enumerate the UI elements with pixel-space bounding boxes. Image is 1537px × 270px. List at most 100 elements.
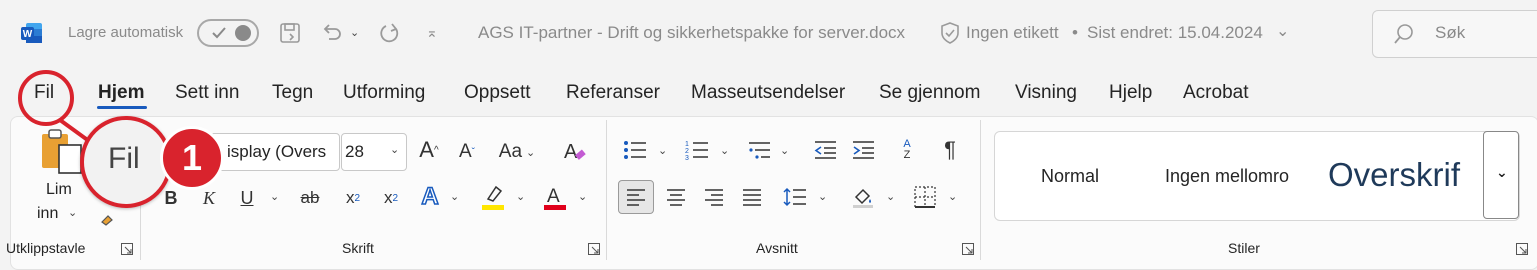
font-size-value: 28: [345, 142, 364, 161]
line-spacing-icon[interactable]: [780, 182, 810, 212]
highlight-color-icon[interactable]: [478, 182, 508, 212]
multilevel-list-icon[interactable]: [744, 136, 774, 164]
change-case-button[interactable]: Aa ⌄: [495, 138, 539, 166]
font-color-icon[interactable]: A: [540, 182, 570, 212]
dialog-launcher-icon[interactable]: [962, 242, 974, 255]
tab-tegn[interactable]: Tegn: [272, 82, 313, 104]
style-normal[interactable]: Normal: [1041, 166, 1099, 187]
styles-gallery: Normal Ingen mellomro Overskrif ⌄: [994, 131, 1520, 221]
bullets-chevron-down-icon[interactable]: ⌄: [658, 144, 667, 157]
show-formatting-marks-icon[interactable]: ¶: [936, 136, 964, 164]
undo-icon[interactable]: [318, 19, 346, 47]
paste-chevron-down-icon[interactable]: ⌄: [68, 206, 77, 219]
sensitivity-label[interactable]: Ingen etikett: [966, 23, 1059, 43]
shield-icon: [938, 21, 962, 45]
svg-text:2: 2: [685, 148, 689, 155]
subscript-icon[interactable]: x2: [340, 184, 366, 212]
underline-chevron-down-icon[interactable]: ⌄: [270, 190, 279, 203]
dialog-launcher-icon[interactable]: [1516, 242, 1528, 255]
format-painter-icon[interactable]: [96, 204, 120, 228]
styles-more-button[interactable]: ⌄: [1483, 131, 1519, 219]
grow-font-icon[interactable]: A ^: [414, 136, 444, 164]
text-effects-chevron-down-icon[interactable]: ⌄: [450, 190, 459, 203]
shrink-font-icon[interactable]: Aˇ: [452, 138, 482, 166]
borders-icon[interactable]: [910, 182, 940, 212]
sort-icon[interactable]: AZ: [892, 134, 922, 166]
undo-dropdown-icon[interactable]: ⌄: [350, 26, 359, 39]
word-logo-icon[interactable]: W: [20, 21, 44, 45]
active-tab-underline: [97, 106, 147, 109]
title-separator-dot: •: [1072, 23, 1078, 42]
group-label-styles: Stiler: [1228, 240, 1260, 256]
svg-text:3: 3: [685, 155, 689, 161]
change-case-chevron-down-icon: ⌄: [526, 146, 536, 159]
clear-formatting-icon[interactable]: A: [560, 136, 590, 166]
justify-icon[interactable]: [738, 182, 766, 212]
font-color-chevron-down-icon[interactable]: ⌄: [578, 190, 587, 203]
increase-indent-icon[interactable]: [848, 136, 878, 164]
numbering-icon[interactable]: 123: [682, 136, 712, 164]
search-placeholder: Søk: [1435, 23, 1466, 42]
change-case-label: Aa: [498, 141, 523, 162]
svg-text:A: A: [564, 141, 578, 163]
autosave-label: Lagre automatisk: [68, 24, 184, 41]
paste-label-line1[interactable]: Lim: [46, 181, 72, 199]
redo-icon[interactable]: [376, 19, 404, 47]
tab-utforming[interactable]: Utforming: [343, 82, 425, 104]
line-spacing-chevron-down-icon[interactable]: ⌄: [818, 190, 827, 203]
align-center-icon[interactable]: [662, 182, 690, 212]
group-divider: [980, 120, 981, 260]
svg-text:1: 1: [685, 141, 689, 148]
tab-hjem[interactable]: Hjem: [98, 82, 144, 104]
svg-text:A: A: [547, 186, 560, 207]
save-icon[interactable]: [276, 19, 304, 47]
tab-visning[interactable]: Visning: [1015, 82, 1077, 104]
multilevel-list-chevron-down-icon[interactable]: ⌄: [780, 144, 789, 157]
tab-sett-inn[interactable]: Sett inn: [175, 82, 239, 104]
dialog-launcher-icon[interactable]: [588, 242, 600, 255]
customize-toolbar-icon[interactable]: ⌅: [426, 24, 438, 41]
title-chevron-down-icon[interactable]: ⌄: [1276, 21, 1289, 41]
shading-icon[interactable]: [848, 182, 878, 212]
numbering-chevron-down-icon[interactable]: ⌄: [720, 144, 729, 157]
dialog-launcher-icon[interactable]: [121, 242, 133, 255]
search-box[interactable]: Søk: [1372, 10, 1537, 58]
tab-referanser[interactable]: Referanser: [566, 82, 660, 104]
word-logo-letter: W: [23, 29, 33, 40]
align-right-icon[interactable]: [700, 182, 728, 212]
style-ingen-mellomrom[interactable]: Ingen mellomro: [1165, 166, 1305, 187]
align-left-icon[interactable]: [618, 180, 654, 214]
magnifier-circle: Fil: [80, 116, 172, 208]
step-number-badge: 1: [160, 126, 224, 190]
search-icon: [1394, 24, 1413, 44]
highlight-chevron-down-icon[interactable]: ⌄: [516, 190, 525, 203]
underline-icon[interactable]: U: [234, 184, 260, 212]
shading-chevron-down-icon[interactable]: ⌄: [886, 190, 895, 203]
tab-hjelp[interactable]: Hjelp: [1109, 82, 1152, 104]
font-name-box[interactable]: isplay (Overs: [210, 133, 340, 171]
bullets-icon[interactable]: [620, 136, 650, 164]
highlight-ring: [18, 70, 74, 126]
decrease-indent-icon[interactable]: [810, 136, 840, 164]
paste-label-line2[interactable]: inn: [37, 205, 58, 223]
tab-acrobat[interactable]: Acrobat: [1183, 82, 1248, 104]
group-label-clipboard: Utklippstavle: [6, 240, 86, 256]
last-modified[interactable]: Sist endret: 15.04.2024: [1087, 23, 1263, 43]
magnified-fil-label: Fil: [108, 142, 140, 175]
document-title[interactable]: AGS IT-partner - Drift og sikkerhetspakk…: [478, 23, 905, 43]
strikethrough-icon[interactable]: ab: [294, 184, 326, 212]
autosave-toggle[interactable]: [197, 19, 259, 47]
style-overskrift-1[interactable]: Overskrif: [1328, 156, 1478, 194]
tab-masseutsendelser[interactable]: Masseutsendelser: [691, 82, 845, 104]
superscript-icon[interactable]: x2: [378, 184, 404, 212]
group-divider: [606, 120, 607, 260]
font-size-box[interactable]: 28 ⌄: [341, 133, 407, 171]
toggle-knob: [235, 25, 251, 41]
borders-chevron-down-icon[interactable]: ⌄: [948, 190, 957, 203]
text-effects-icon[interactable]: A: [416, 182, 444, 212]
step-number: 1: [181, 137, 203, 178]
chevron-down-icon: ⌄: [1496, 164, 1508, 180]
font-size-chevron-down-icon[interactable]: ⌄: [390, 143, 399, 156]
tab-oppsett[interactable]: Oppsett: [464, 82, 531, 104]
tab-se-gjennom[interactable]: Se gjennom: [879, 82, 980, 104]
